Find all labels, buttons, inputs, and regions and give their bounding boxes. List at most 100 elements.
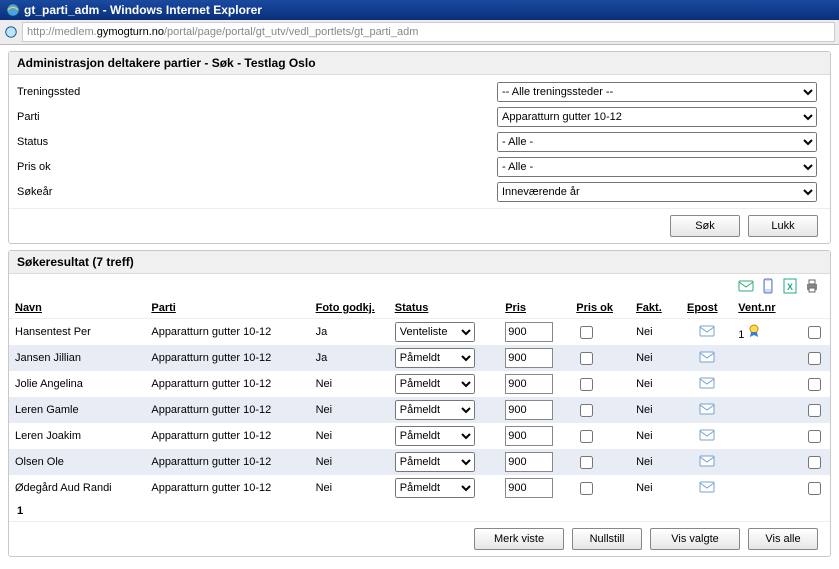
results-panel: Søkeresultat (7 treff) X Navn Parti Foto… [8,250,831,557]
cell-foto: Ja [310,319,389,346]
vent-ribbon-icon [747,324,761,338]
cell-parti: Apparatturn gutter 10-12 [145,345,309,371]
table-row: Leren GamleApparatturn gutter 10-12NeiPå… [9,397,830,423]
show-all-button[interactable]: Vis alle [748,528,818,550]
select-treningssted[interactable]: -- Alle treningssteder -- [497,82,817,102]
row-status-select[interactable]: Påmeldt [395,426,475,446]
table-row: Jansen JillianApparatturn gutter 10-12Ja… [9,345,830,371]
col-foto[interactable]: Foto godkj. [310,298,389,319]
email-icon[interactable] [699,427,715,443]
cell-parti: Apparatturn gutter 10-12 [145,397,309,423]
cell-vent: 1 [732,319,798,346]
row-pris-input[interactable] [505,374,553,394]
email-icon[interactable] [699,323,715,339]
email-icon[interactable] [699,401,715,417]
search-button[interactable]: Søk [670,215,740,237]
table-row: Jolie AngelinaApparatturn gutter 10-12Ne… [9,371,830,397]
table-row: Hansentest PerApparatturn gutter 10-12Ja… [9,319,830,346]
cell-vent [732,475,798,501]
row-status-select[interactable]: Påmeldt [395,478,475,498]
row-prisok-checkbox[interactable] [580,430,593,443]
select-parti[interactable]: Apparatturn gutter 10-12 [497,107,817,127]
url-host-main: gymogturn.no [97,26,164,38]
cell-fakt: Nei [630,371,681,397]
address-bar-row: http://medlem.gymogturn.no/portal/page/p… [0,20,839,45]
select-status[interactable]: - Alle - [497,132,817,152]
row-select-checkbox[interactable] [808,404,821,417]
cell-fakt: Nei [630,345,681,371]
row-pris-input[interactable] [505,322,553,342]
row-pris-input[interactable] [505,348,553,368]
cell-vent [732,423,798,449]
cell-fakt: Nei [630,423,681,449]
col-pris[interactable]: Pris [499,298,570,319]
col-epost[interactable]: Epost [681,298,732,319]
col-navn[interactable]: Navn [9,298,145,319]
col-parti[interactable]: Parti [145,298,309,319]
col-fakt[interactable]: Fakt. [630,298,681,319]
cell-fakt: Nei [630,449,681,475]
cell-parti: Apparatturn gutter 10-12 [145,423,309,449]
label-sokeaar: Søkeår [17,186,497,198]
email-icon[interactable] [699,479,715,495]
email-icon[interactable] [699,453,715,469]
window-titlebar: gt_parti_adm - Windows Internet Explorer [0,0,839,20]
row-status-select[interactable]: Påmeldt [395,374,475,394]
address-input[interactable]: http://medlem.gymogturn.no/portal/page/p… [22,22,835,42]
row-select-checkbox[interactable] [808,378,821,391]
row-prisok-checkbox[interactable] [580,456,593,469]
row-status-select[interactable]: Påmeldt [395,348,475,368]
label-parti: Parti [17,111,497,123]
print-icon[interactable] [804,278,820,294]
row-pris-input[interactable] [505,478,553,498]
cell-vent [732,371,798,397]
table-row: Leren JoakimApparatturn gutter 10-12 Nei P… [9,423,830,449]
cell-vent [732,449,798,475]
col-status[interactable]: Status [389,298,499,319]
cell-navn: Ødegård Aud Randi [9,475,145,501]
row-prisok-checkbox[interactable] [580,378,593,391]
pager: 1 [9,501,830,521]
email-icon[interactable] [699,349,715,365]
label-treningssted: Treningssted [17,86,497,98]
email-all-icon[interactable] [738,278,754,294]
close-button[interactable]: Lukk [748,215,818,237]
reset-button[interactable]: Nullstill [572,528,642,550]
row-status-select[interactable]: Påmeldt [395,452,475,472]
row-select-checkbox[interactable] [808,482,821,495]
row-select-checkbox[interactable] [808,352,821,365]
cell-foto: Nei [310,397,389,423]
row-select-checkbox[interactable] [808,430,821,443]
sms-icon[interactable] [760,278,776,294]
row-status-select[interactable]: Venteliste [395,322,475,342]
row-prisok-checkbox[interactable] [580,326,593,339]
select-sokeaar[interactable]: Inneværende år [497,182,817,202]
email-icon[interactable] [699,375,715,391]
ie-icon [6,3,20,17]
row-pris-input[interactable] [505,452,553,472]
cell-foto: Nei [310,475,389,501]
row-prisok-checkbox[interactable] [580,482,593,495]
col-prisok[interactable]: Pris ok [570,298,630,319]
row-prisok-checkbox[interactable] [580,352,593,365]
results-table: Navn Parti Foto godkj. Status Pris Pris … [9,298,830,501]
row-select-checkbox[interactable] [808,326,821,339]
row-pris-input[interactable] [505,400,553,420]
mark-shown-button[interactable]: Merk viste [474,528,564,550]
page-icon [4,25,18,39]
cell-navn: Leren Joakim [9,423,145,449]
row-select-checkbox[interactable] [808,456,821,469]
export-excel-icon[interactable]: X [782,278,798,294]
cell-foto: Nei [310,449,389,475]
cell-navn: Olsen Ole [9,449,145,475]
results-panel-header: Søkeresultat (7 treff) [9,251,830,274]
cell-parti: Apparatturn gutter 10-12 [145,371,309,397]
row-prisok-checkbox[interactable] [580,404,593,417]
col-vent[interactable]: Vent.nr [732,298,798,319]
row-pris-input[interactable] [505,426,553,446]
window-title: gt_parti_adm - Windows Internet Explorer [24,3,262,17]
select-prisok[interactable]: - Alle - [497,157,817,177]
row-status-select[interactable]: Påmeldt [395,400,475,420]
show-selected-button[interactable]: Vis valgte [650,528,740,550]
cell-parti: Apparatturn gutter 10-12 [145,319,309,346]
